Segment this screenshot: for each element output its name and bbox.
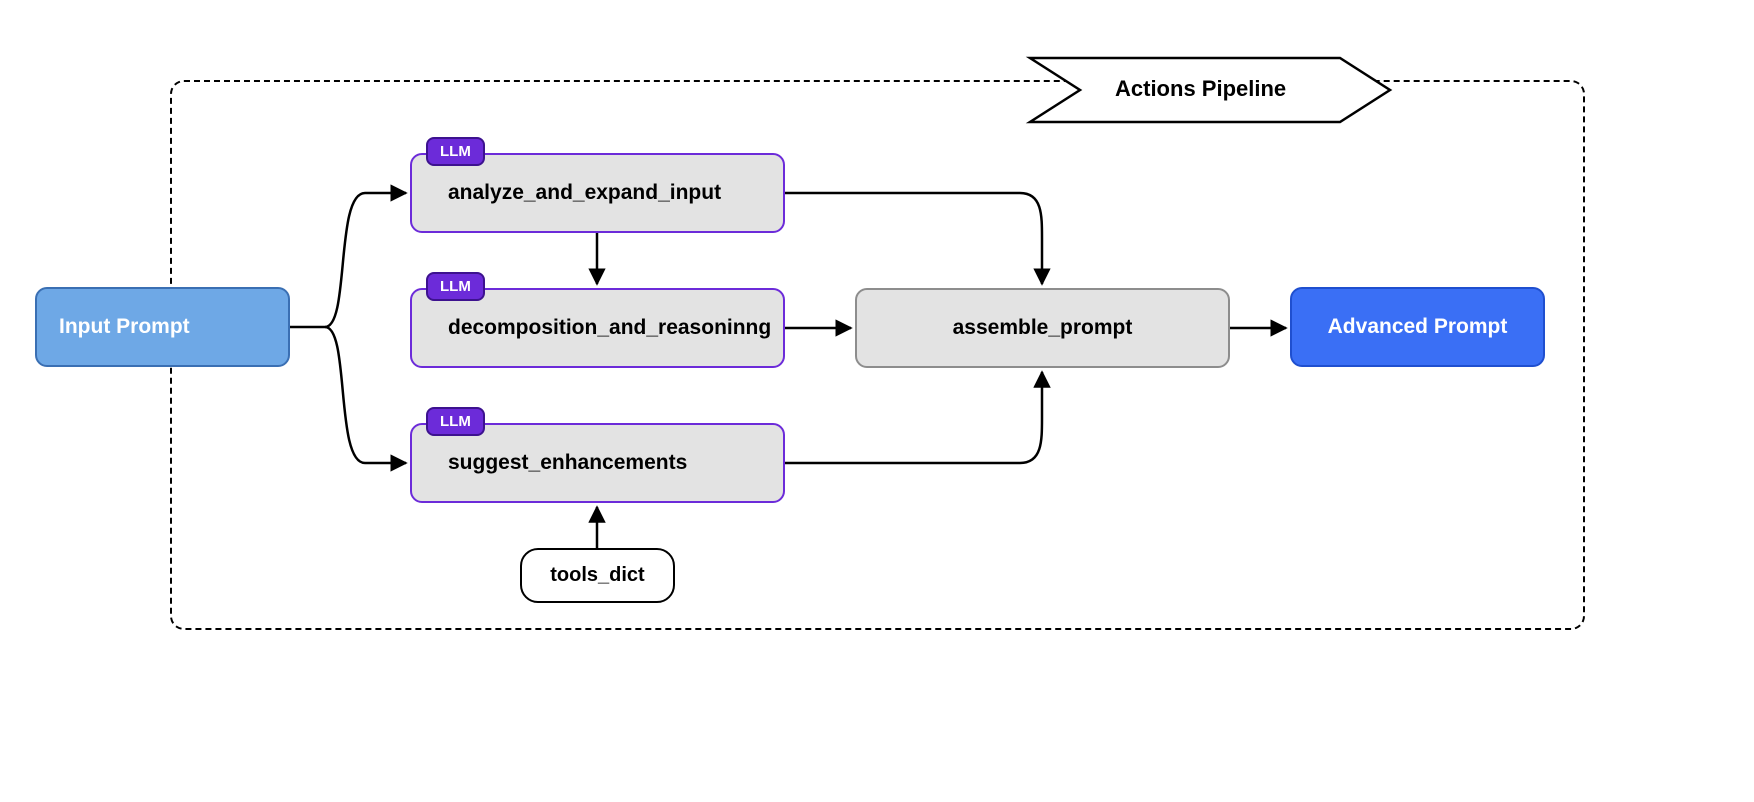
- node-output-prompt-label: Advanced Prompt: [1328, 315, 1508, 339]
- llm-badge-decompose: LLM: [426, 272, 485, 301]
- node-analyze: LLM analyze_and_expand_input: [410, 153, 785, 233]
- node-analyze-label: analyze_and_expand_input: [448, 181, 721, 205]
- node-assemble-label: assemble_prompt: [953, 316, 1133, 340]
- node-decompose: LLM decomposition_and_reasoninng: [410, 288, 785, 368]
- node-output-prompt: Advanced Prompt: [1290, 287, 1545, 367]
- node-assemble: assemble_prompt: [855, 288, 1230, 368]
- pipeline-title: Actions Pipeline: [1115, 76, 1286, 102]
- node-suggest-label: suggest_enhancements: [448, 451, 687, 475]
- node-decompose-label: decomposition_and_reasoninng: [448, 316, 771, 340]
- node-tools-dict: tools_dict: [520, 548, 675, 603]
- node-input-prompt: Input Prompt: [35, 287, 290, 367]
- diagram-canvas: Actions Pipeline Input Prompt LLM analyz…: [0, 0, 1754, 802]
- node-suggest: LLM suggest_enhancements: [410, 423, 785, 503]
- node-input-prompt-label: Input Prompt: [59, 315, 190, 339]
- llm-badge-analyze: LLM: [426, 137, 485, 166]
- llm-badge-suggest: LLM: [426, 407, 485, 436]
- node-tools-dict-label: tools_dict: [550, 564, 644, 587]
